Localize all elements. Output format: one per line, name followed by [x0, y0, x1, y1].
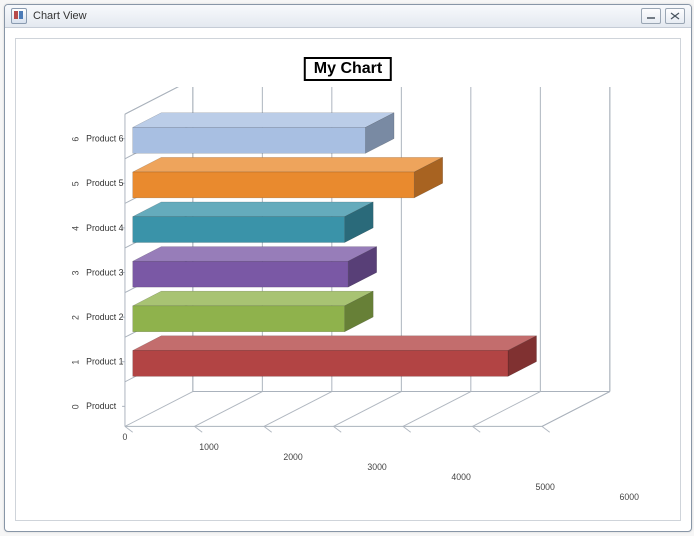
- bar-top: [133, 113, 394, 128]
- bar-product-2: [133, 306, 345, 332]
- x-tick-label: 5000: [535, 482, 555, 492]
- x-tick-label: 1000: [199, 442, 219, 452]
- bar-top: [133, 157, 443, 172]
- y-tick-index: 2: [70, 315, 80, 320]
- bar-product-3: [133, 261, 348, 287]
- window-controls: [641, 8, 685, 24]
- bar-top: [133, 336, 537, 351]
- y-tick-index: 3: [70, 270, 80, 275]
- y-tick-label: Product 2: [86, 312, 123, 322]
- y-tick-label: Product: [86, 401, 117, 411]
- bar-product-6: [133, 127, 366, 153]
- x-tick-label: 4000: [451, 472, 471, 482]
- bar-top: [133, 291, 373, 306]
- bar-top: [133, 202, 373, 217]
- y-tick-index: 4: [70, 226, 80, 231]
- bar-product-1: [133, 350, 508, 376]
- bar-product-5: [133, 172, 414, 198]
- close-icon: [670, 12, 680, 20]
- y-tick-index: 5: [70, 181, 80, 186]
- x-tick-label: 2000: [283, 452, 303, 462]
- y-tick-label: Product 6: [86, 134, 123, 144]
- minimize-icon: [646, 12, 656, 20]
- titlebar: Chart View: [5, 5, 691, 28]
- y-tick-index: 6: [70, 137, 80, 142]
- window-title: Chart View: [33, 10, 641, 22]
- y-tick-index: 0: [70, 404, 80, 409]
- window: Chart View My Chart 0 Product 1 Product 1 2 P…: [4, 4, 692, 532]
- client-area: My Chart 0 Product 1 Product 1 2 Product 2 3 Pr…: [5, 28, 691, 531]
- x-tick-label: 3000: [367, 462, 387, 472]
- chart-body: 0 Product 1 Product 1 2 Product 2 3 Product 3 4 P…: [36, 87, 660, 504]
- minimize-button[interactable]: [641, 8, 661, 24]
- bar-product-4: [133, 217, 345, 243]
- x-tick-label: 6000: [620, 492, 640, 502]
- close-button[interactable]: [665, 8, 685, 24]
- chart-panel: My Chart 0 Product 1 Product 1 2 Product 2 3 Pr…: [15, 38, 681, 521]
- y-tick-label: Product 5: [86, 178, 123, 188]
- y-tick-label: Product 4: [86, 223, 123, 233]
- y-tick-index: 1: [70, 360, 80, 365]
- chart-title: My Chart: [304, 57, 392, 81]
- x-tick-label: 0: [123, 432, 128, 442]
- bar-top: [133, 247, 377, 262]
- y-tick-label: Product 1: [86, 357, 123, 367]
- app-icon: [11, 8, 27, 24]
- chart-svg: 0 Product 1 Product 1 2 Product 2 3 Product 3 4 P…: [36, 87, 660, 504]
- y-tick-label: Product 3: [86, 267, 123, 277]
